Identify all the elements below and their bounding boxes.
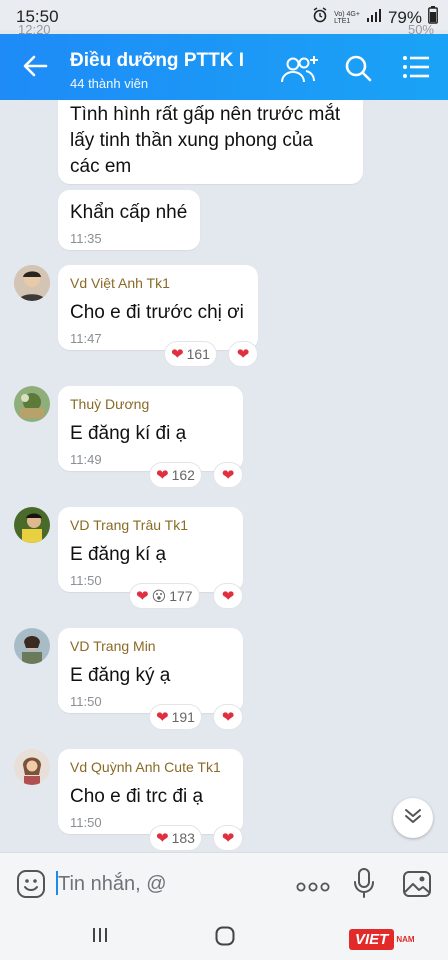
message-time: 11:49 (70, 452, 102, 467)
avatar[interactable] (14, 749, 50, 785)
avatar[interactable] (14, 265, 50, 301)
reaction-summary[interactable]: ❤ 191 (150, 705, 201, 729)
message-bubble[interactable]: Thuỳ Dương E đăng kí đi ạ 11:49 (58, 386, 243, 471)
reaction-summary[interactable]: ❤ 😮 177 (130, 584, 199, 608)
member-count[interactable]: 44 thành viên (70, 76, 148, 91)
message-text: E đăng ký ạ (70, 665, 171, 686)
message-input[interactable]: Tin nhắn, @ (58, 873, 167, 896)
reaction-summary[interactable]: ❤ 161 (165, 342, 216, 366)
heart-icon: ❤ (156, 708, 169, 726)
heart-react-button[interactable]: ❤ (214, 826, 242, 850)
avatar[interactable] (14, 507, 50, 543)
reaction-summary[interactable]: ❤ 183 (150, 826, 201, 850)
heart-react-button[interactable]: ❤ (214, 463, 242, 487)
search-icon[interactable] (344, 54, 372, 87)
message-time: 11:50 (70, 694, 102, 709)
microphone-icon[interactable] (353, 867, 375, 904)
message-time: 11:50 (70, 573, 102, 588)
heart-icon: ❤ (221, 708, 235, 726)
sticker-icon[interactable] (16, 869, 46, 904)
recent-apps-icon[interactable] (91, 926, 109, 949)
heart-icon: ❤ (221, 466, 235, 484)
avatar[interactable] (14, 628, 50, 664)
sender-name: Vd Quỳnh Anh Cute Tk1 (70, 759, 221, 775)
wow-icon: 😮 (151, 587, 167, 604)
sender-name: VD Trang Min (70, 638, 156, 654)
avatar[interactable] (14, 386, 50, 422)
message-text: Khẩn cấp nhé (70, 202, 188, 223)
heart-icon: ❤ (156, 466, 169, 484)
message-bubble[interactable]: Khẩn cấp nhé 11:35 (58, 190, 200, 250)
chat-header: Điều dưỡng PTTK I 44 thành viên (0, 34, 448, 100)
scroll-to-bottom-button[interactable] (393, 798, 433, 838)
home-icon[interactable] (214, 925, 236, 952)
heart-icon: ❤ (221, 829, 235, 847)
chevron-double-down-icon (403, 806, 423, 831)
message-bubble[interactable]: Vd Quỳnh Anh Cute Tk1 Cho e đi trc đi ạ … (58, 749, 243, 834)
sender-name: Vd Việt Anh Tk1 (70, 275, 170, 291)
message-time: 11:35 (70, 231, 102, 246)
message-text: E đăng kí đi ạ (70, 423, 187, 444)
heart-icon: ❤ (221, 587, 235, 605)
heart-react-button[interactable]: ❤ (214, 584, 242, 608)
reaction-summary[interactable]: ❤ 162 (150, 463, 201, 487)
heart-icon: ❤ (171, 345, 184, 363)
message-input-bar: Tin nhắn, @ (0, 852, 448, 914)
message-bubble[interactable]: Tình hình rất gấp nên trước mắt lấy tinh… (58, 100, 363, 184)
sender-name: Thuỳ Dương (70, 396, 150, 412)
heart-icon: ❤ (136, 587, 149, 605)
heart-react-button[interactable]: ❤ (229, 342, 257, 366)
ghost-status-bar: 12:20 50% (18, 22, 434, 34)
message-time: 11:47 (70, 331, 102, 346)
list-menu-icon[interactable] (402, 54, 430, 85)
more-icon[interactable] (296, 879, 330, 897)
vietnamnet-logo: VIET NAM (349, 926, 439, 952)
group-title[interactable]: Điều dưỡng PTTK I (70, 50, 244, 72)
sender-name: VD Trang Trâu Tk1 (70, 517, 189, 533)
message-bubble[interactable]: VD Trang Min E đăng ký ạ 11:50 (58, 628, 243, 713)
heart-icon: ❤ (236, 345, 250, 363)
heart-react-button[interactable]: ❤ (214, 705, 242, 729)
chat-area[interactable]: Tình hình rất gấp nên trước mắt lấy tinh… (0, 100, 448, 852)
message-bubble[interactable]: VD Trang Trâu Tk1 E đăng kí ạ 11:50 (58, 507, 243, 592)
message-text: Cho e đi trc đi ạ (70, 786, 204, 807)
add-member-icon[interactable] (280, 54, 320, 89)
message-time: 11:50 (70, 815, 102, 830)
message-text: E đăng kí ạ (70, 544, 167, 565)
message-text: Tình hình rất gấp nên trước mắt lấy tinh… (70, 104, 341, 177)
image-icon[interactable] (402, 870, 432, 903)
message-bubble[interactable]: Vd Việt Anh Tk1 Cho e đi trước chị ơi 11… (58, 265, 258, 350)
arrow-left-icon[interactable] (22, 54, 48, 83)
heart-icon: ❤ (156, 829, 169, 847)
message-text: Cho e đi trước chị ơi (70, 302, 244, 323)
